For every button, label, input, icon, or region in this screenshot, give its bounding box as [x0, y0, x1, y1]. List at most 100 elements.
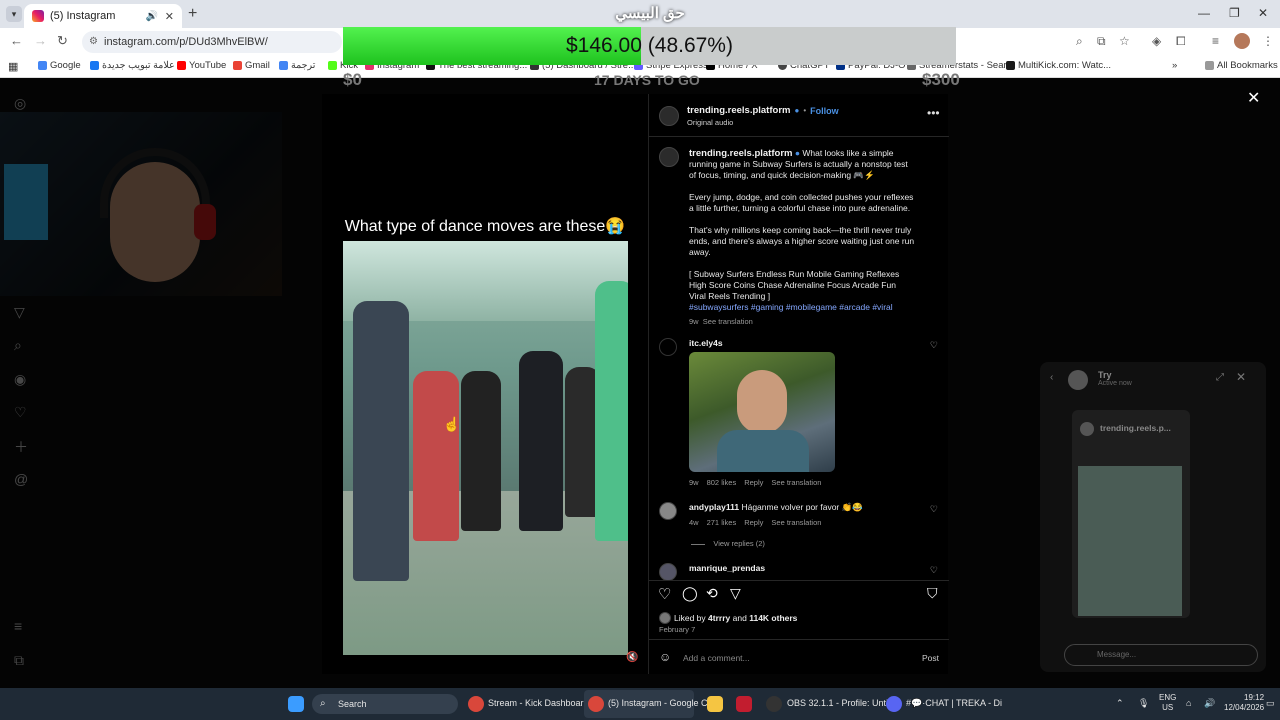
comment-likes[interactable]: 802 likes	[707, 478, 737, 487]
more-bookmarks-icon[interactable]: »	[1172, 60, 1177, 71]
audio-label[interactable]: Original audio	[687, 118, 733, 127]
chat-close-icon[interactable]: ✕	[1236, 370, 1246, 384]
tray-chevron-icon[interactable]: ⌃	[1116, 698, 1124, 709]
bookmark-multikick[interactable]: MultiKick.com: Watc...	[1006, 60, 1111, 71]
author-username[interactable]: trending.reels.platform	[687, 105, 790, 116]
bookmark-newtab-ar[interactable]: علامة تبويب جديدة	[90, 60, 175, 71]
close-modal-icon[interactable]: ✕	[1247, 88, 1260, 108]
liked-by-prefix: Liked by	[674, 613, 706, 623]
mic-icon[interactable]: 🎙	[1138, 698, 1149, 709]
caption-see-translation[interactable]: See translation	[703, 317, 753, 326]
puzzle-icon[interactable]: ⧠	[1176, 34, 1186, 49]
caption-hashtags[interactable]: #subwaysurfers #gaming #mobilegame #arca…	[689, 302, 915, 313]
shared-post-card[interactable]: trending.reels.p...	[1072, 410, 1190, 618]
minimize-button[interactable]: —	[1198, 6, 1210, 20]
extension-icon[interactable]: ◈	[1152, 34, 1161, 48]
lang[interactable]: ENG	[1159, 693, 1176, 703]
notification-icon[interactable]: ▭	[1266, 698, 1275, 709]
follow-button[interactable]: Follow	[810, 106, 839, 116]
comment-see-translation[interactable]: See translation	[771, 478, 821, 487]
taskbar-search[interactable]: ⌕ Search	[312, 694, 458, 714]
audio-toggle-icon[interactable]: 🔇	[626, 652, 638, 663]
comment-like-icon[interactable]: ♡	[930, 565, 938, 576]
taskbar-app-instagram[interactable]: (5) Instagram - Google C	[608, 698, 708, 708]
repost-icon[interactable]: ⟲	[706, 585, 718, 602]
caption-author-avatar[interactable]	[659, 147, 679, 167]
likes-count[interactable]: 114K others	[749, 613, 797, 623]
clock-time[interactable]: 19:12	[1224, 693, 1264, 703]
chat-back-icon[interactable]: ‹	[1050, 372, 1053, 383]
taskbar-app-discord[interactable]: #💬·CHAT | TREKA - Di	[906, 698, 1002, 709]
volume-icon[interactable]: 🔊	[1204, 698, 1215, 709]
obs-icon[interactable]	[766, 696, 782, 712]
start-icon[interactable]	[288, 696, 304, 712]
share-icon[interactable]: ▽	[730, 585, 741, 602]
comment-icon[interactable]: ◯	[682, 585, 698, 602]
save-icon[interactable]: ⛉	[927, 585, 938, 602]
url-text: instagram.com/p/DUd3MhvElBW/	[104, 36, 268, 48]
acrobat-icon[interactable]	[736, 696, 752, 712]
comment-avatar[interactable]	[659, 563, 677, 581]
post-video-pane[interactable]: What type of dance moves are these😭 ☝ 🔇	[322, 94, 648, 674]
zoom-icon[interactable]: ⌕	[1076, 34, 1083, 49]
network-icon[interactable]: ⌂	[1186, 698, 1191, 708]
comment-username[interactable]: itc.ely4s	[689, 338, 723, 348]
tab-instagram[interactable]: (5) Instagram 🔊 ✕	[24, 4, 182, 28]
comment-avatar[interactable]	[659, 502, 677, 520]
comment-username[interactable]: manrique_prendas	[689, 563, 765, 573]
clock-date[interactable]: 12/04/2026	[1224, 703, 1264, 713]
new-tab-button[interactable]: +	[188, 5, 197, 23]
add-comment-input[interactable]: Add a comment...	[683, 653, 750, 663]
region[interactable]: US	[1159, 703, 1176, 713]
chrome-icon[interactable]	[588, 696, 604, 712]
comment-reply[interactable]: Reply	[744, 478, 763, 487]
bookmark-gmail[interactable]: Gmail	[233, 60, 270, 71]
post-comment-button[interactable]: Post	[922, 653, 939, 663]
all-bookmarks[interactable]: All Bookmarks	[1205, 60, 1278, 71]
comment-username[interactable]: andyplay111	[689, 502, 739, 512]
comment-likes[interactable]: 271 likes	[707, 518, 737, 527]
bookmark-translate[interactable]: ترجمة	[279, 60, 315, 71]
chat-expand-icon[interactable]: ⤢	[1216, 372, 1224, 383]
comment-like-icon[interactable]: ♡	[930, 504, 938, 515]
comment-like-icon[interactable]: ♡	[930, 340, 938, 351]
more-options-icon[interactable]: •••	[927, 106, 940, 120]
site-info-icon[interactable]: ⚙	[89, 31, 98, 53]
message-input[interactable]: Message...	[1064, 644, 1258, 666]
discord-icon[interactable]	[886, 696, 902, 712]
close-tab-icon[interactable]: ✕	[165, 10, 174, 23]
speaker-icon[interactable]: 🔊	[146, 11, 158, 22]
video-frame[interactable]	[343, 241, 628, 655]
url-input[interactable]: ⚙ instagram.com/p/DUd3MhvElBW/	[82, 31, 342, 53]
tab-search-menu[interactable]: ▾	[6, 6, 22, 22]
caption-author[interactable]: trending.reels.platform	[689, 148, 792, 159]
maximize-button[interactable]: ❐	[1229, 6, 1240, 20]
profile-avatar[interactable]	[1234, 33, 1250, 49]
forward-icon[interactable]: →	[34, 33, 47, 48]
reload-icon[interactable]: ↻	[57, 33, 68, 49]
author-avatar[interactable]	[659, 106, 679, 126]
back-icon[interactable]: ←	[10, 33, 23, 48]
emoji-icon[interactable]: ☺	[659, 650, 671, 664]
like-icon[interactable]: ♡	[658, 585, 671, 603]
apps-icon[interactable]: ▦	[8, 60, 18, 73]
overlay-arabic-title: حق البيسي	[615, 5, 685, 22]
comment-gif-image[interactable]	[689, 352, 835, 472]
taskbar-app-kick[interactable]: Stream - Kick Dashboar	[488, 698, 584, 708]
close-window-button[interactable]: ✕	[1258, 6, 1268, 20]
comment-see-translation[interactable]: See translation	[771, 518, 821, 527]
divider	[649, 136, 949, 137]
media-icon[interactable]: ≡	[1212, 34, 1219, 48]
bookmark-youtube[interactable]: YouTube	[177, 60, 226, 71]
menu-icon[interactable]: ⋮	[1262, 34, 1274, 48]
taskbar-app-obs[interactable]: OBS 32.1.1 - Profile: Unti	[787, 698, 888, 708]
comment-avatar[interactable]	[659, 338, 677, 356]
bookmark-google[interactable]: Google	[38, 60, 81, 71]
view-replies-button[interactable]: View replies (2)	[713, 539, 765, 548]
file-explorer-icon[interactable]	[707, 696, 723, 712]
chrome-icon[interactable]	[468, 696, 484, 712]
bookmark-star-icon[interactable]: ☆	[1119, 34, 1130, 48]
comment-reply[interactable]: Reply	[744, 518, 763, 527]
liked-by-user[interactable]: 4trrry	[708, 613, 730, 623]
install-icon[interactable]: ⧉	[1097, 34, 1106, 49]
